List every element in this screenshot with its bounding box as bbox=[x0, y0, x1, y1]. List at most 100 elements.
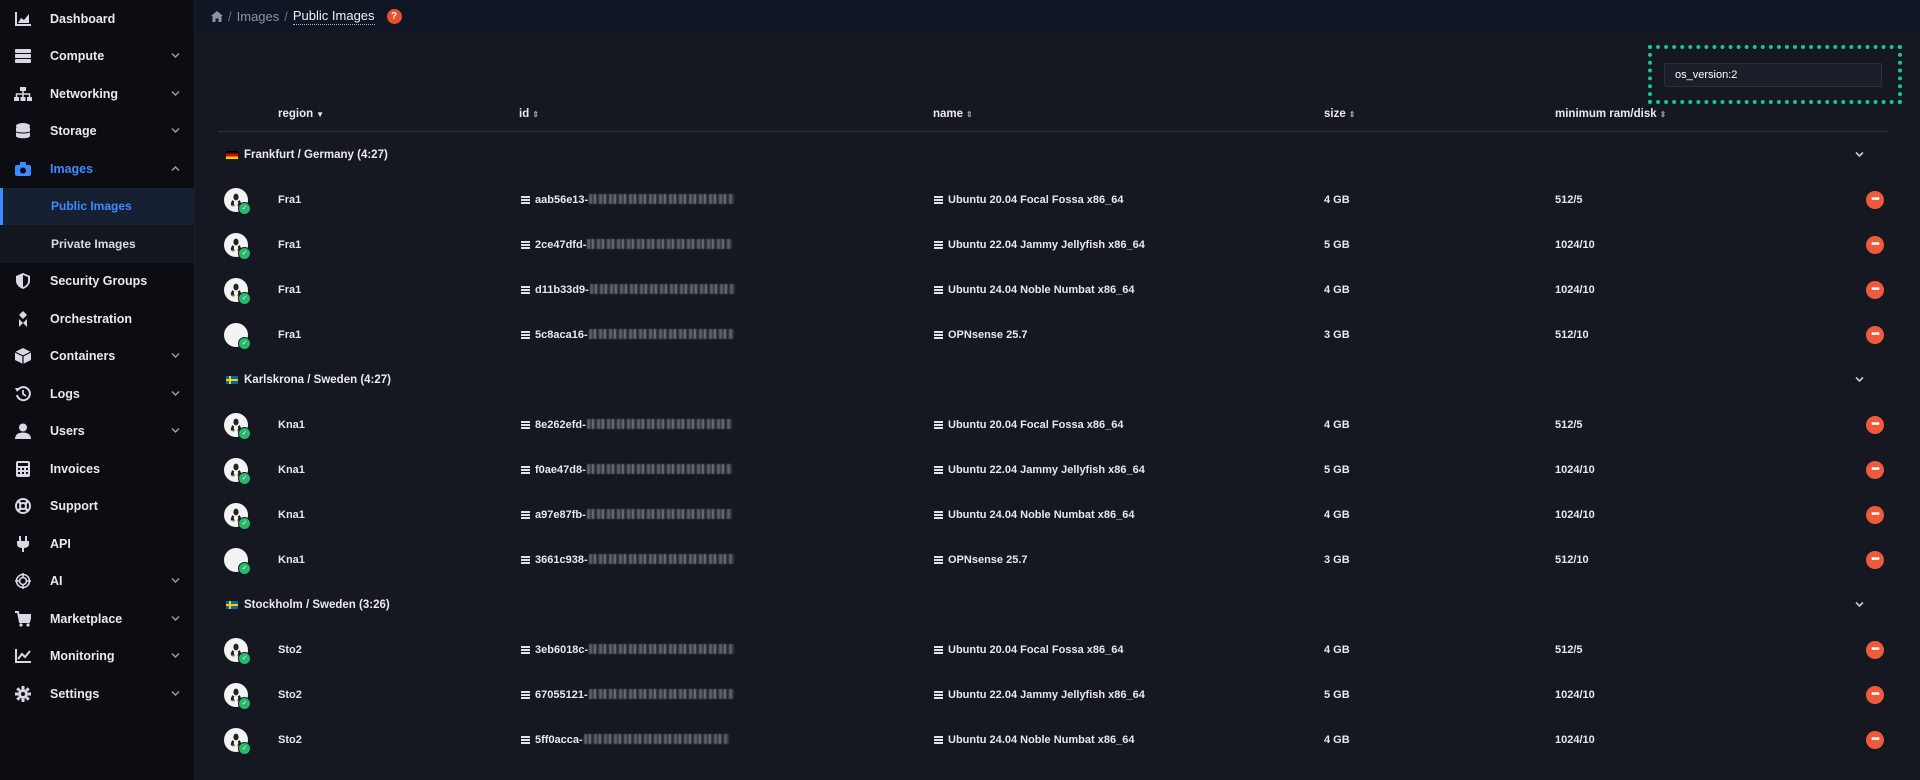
sidebar-item-ai[interactable]: AI bbox=[0, 563, 194, 601]
cell-name[interactable]: OPNsense 25.7 bbox=[934, 329, 1028, 341]
chevron-down-icon[interactable] bbox=[1855, 149, 1864, 160]
cell-name[interactable]: Ubuntu 22.04 Jammy Jellyfish x86_64 bbox=[934, 689, 1145, 701]
sidebar-subitem-public-images[interactable]: Public Images bbox=[0, 187, 194, 225]
cell-name[interactable]: Ubuntu 20.04 Focal Fossa x86_64 bbox=[934, 419, 1123, 431]
sidebar-item-storage[interactable]: Storage bbox=[0, 113, 194, 151]
sidebar-item-monitoring[interactable]: Monitoring bbox=[0, 638, 194, 676]
group-row[interactable]: Frankfurt / Germany (4:27) bbox=[218, 132, 1888, 177]
sort-desc-icon: ▼ bbox=[316, 110, 325, 119]
column-min[interactable]: minimum ram/disk ⇕ bbox=[1555, 108, 1666, 120]
sidebar-item-label: Support bbox=[50, 499, 98, 514]
cell-id[interactable]: a97e87fb- bbox=[521, 508, 732, 521]
more-actions-button[interactable]: ••• bbox=[1866, 460, 1884, 479]
cell-region: Kna1 bbox=[278, 418, 305, 431]
chevron-down-icon bbox=[171, 351, 180, 362]
table-row[interactable]: ✓ Kna1 3661c938- OPNsense 25.7 3 GB 512/10 ••• bbox=[218, 537, 1888, 582]
cell-name[interactable]: Ubuntu 24.04 Noble Numbat x86_64 bbox=[934, 734, 1134, 746]
table-row[interactable]: ✓ Fra1 aab56e13- Ubuntu 20.04 Focal Fossa x… bbox=[218, 177, 1888, 222]
cell-id-text: d11b33d9- bbox=[535, 283, 589, 296]
cell-name-text: Ubuntu 20.04 Focal Fossa x86_64 bbox=[948, 643, 1124, 656]
cell-id[interactable]: f0ae47d8- bbox=[521, 463, 732, 476]
more-actions-button[interactable]: ••• bbox=[1866, 280, 1884, 299]
cell-id[interactable]: 67055121- bbox=[521, 688, 734, 701]
cell-id[interactable]: aab56e13- bbox=[521, 193, 735, 206]
server-icon bbox=[14, 47, 32, 65]
column-region-label: region bbox=[278, 108, 314, 120]
table-row[interactable]: ✓ Kna1 f0ae47d8- Ubuntu 22.04 Jammy Jellyfi… bbox=[218, 447, 1888, 492]
table-row[interactable]: ✓ Kna1 8e262efd- Ubuntu 20.04 Focal Fossa x… bbox=[218, 402, 1888, 447]
chevron-down-icon[interactable] bbox=[1855, 374, 1864, 385]
sidebar-item-compute[interactable]: Compute bbox=[0, 38, 194, 76]
more-actions-button[interactable]: ••• bbox=[1866, 505, 1884, 524]
sidebar-item-containers[interactable]: Containers bbox=[0, 338, 194, 376]
more-actions-button[interactable]: ••• bbox=[1866, 730, 1884, 749]
cell-id[interactable]: 5ff0acca- bbox=[521, 733, 729, 746]
sidebar-item-support[interactable]: Support bbox=[0, 488, 194, 526]
cell-name[interactable]: Ubuntu 22.04 Jammy Jellyfish x86_64 bbox=[934, 239, 1145, 251]
redacted-id bbox=[586, 508, 732, 519]
cell-size: 5 GB bbox=[1324, 688, 1350, 701]
table-row[interactable]: ✓ Fra1 d11b33d9- Ubuntu 24.04 Noble Numbat … bbox=[218, 267, 1888, 312]
column-id[interactable]: id ⇕ bbox=[519, 108, 539, 120]
sidebar-item-label: Images bbox=[50, 161, 94, 176]
sidebar-item-api[interactable]: API bbox=[0, 525, 194, 563]
home-icon[interactable] bbox=[211, 10, 223, 22]
cell-id[interactable]: 3661c938- bbox=[521, 553, 734, 566]
sidebar-item-users[interactable]: Users bbox=[0, 413, 194, 451]
more-actions-button[interactable]: ••• bbox=[1866, 325, 1884, 344]
table-row[interactable]: ✓ Sto2 3eb6018c- Ubuntu 20.04 Focal Fossa x… bbox=[218, 627, 1888, 672]
sidebar-item-security-groups[interactable]: Security Groups bbox=[0, 263, 194, 301]
search-input[interactable] bbox=[1664, 63, 1882, 87]
list-icon bbox=[934, 690, 943, 699]
sidebar-item-images[interactable]: Images bbox=[0, 150, 194, 188]
cell-id[interactable]: d11b33d9- bbox=[521, 283, 735, 296]
cell-name[interactable]: Ubuntu 24.04 Noble Numbat x86_64 bbox=[934, 509, 1134, 521]
breadcrumb-images-link[interactable]: Images bbox=[237, 9, 280, 24]
group-row[interactable]: Stockholm / Sweden (3:26) bbox=[218, 582, 1888, 627]
cell-min-ram-disk: 1024/10 bbox=[1555, 238, 1595, 251]
sidebar-item-logs[interactable]: Logs bbox=[0, 375, 194, 413]
group-row[interactable]: Karlskrona / Sweden (4:27) bbox=[218, 357, 1888, 402]
sidebar-subitem-private-images[interactable]: Private Images bbox=[0, 225, 194, 263]
sidebar-item-invoices[interactable]: Invoices bbox=[0, 450, 194, 488]
more-actions-button[interactable]: ••• bbox=[1866, 685, 1884, 704]
cell-id[interactable]: 2ce47dfd- bbox=[521, 238, 733, 251]
more-actions-button[interactable]: ••• bbox=[1866, 415, 1884, 434]
check-icon: ✓ bbox=[238, 426, 251, 440]
sidebar-item-settings[interactable]: Settings bbox=[0, 675, 194, 713]
table-row[interactable]: ✓ Kna1 a97e87fb- Ubuntu 24.04 Noble Numbat … bbox=[218, 492, 1888, 537]
cell-min-ram-disk: 512/10 bbox=[1555, 553, 1589, 566]
help-icon[interactable]: ? bbox=[386, 8, 402, 24]
cell-id[interactable]: 3eb6018c- bbox=[521, 643, 735, 656]
more-actions-button[interactable]: ••• bbox=[1866, 190, 1884, 209]
sidebar-item-dashboard[interactable]: Dashboard bbox=[0, 0, 194, 38]
sidebar-item-marketplace[interactable]: Marketplace bbox=[0, 600, 194, 638]
list-icon bbox=[934, 330, 943, 339]
cell-name[interactable]: Ubuntu 24.04 Noble Numbat x86_64 bbox=[934, 284, 1134, 296]
cell-id[interactable]: 8e262efd- bbox=[521, 418, 732, 431]
list-icon bbox=[521, 510, 530, 519]
cell-id-text: aab56e13- bbox=[535, 193, 589, 206]
cell-size: 4 GB bbox=[1324, 418, 1350, 431]
column-size[interactable]: size ⇕ bbox=[1324, 108, 1355, 120]
cell-id[interactable]: 5c8aca16- bbox=[521, 328, 734, 341]
more-actions-button[interactable]: ••• bbox=[1866, 550, 1884, 569]
cell-size: 5 GB bbox=[1324, 463, 1350, 476]
more-actions-button[interactable]: ••• bbox=[1866, 640, 1884, 659]
cell-name[interactable]: Ubuntu 22.04 Jammy Jellyfish x86_64 bbox=[934, 464, 1145, 476]
table-row[interactable]: ✓ Sto2 5ff0acca- Ubuntu 24.04 Noble Numbat … bbox=[218, 717, 1888, 762]
column-name[interactable]: name ⇕ bbox=[933, 108, 973, 120]
chevron-down-icon[interactable] bbox=[1855, 599, 1864, 610]
cell-name[interactable]: OPNsense 25.7 bbox=[934, 554, 1028, 566]
table-row[interactable]: ✓ Sto2 67055121- Ubuntu 22.04 Jammy Jellyfi… bbox=[218, 672, 1888, 717]
table-row[interactable]: ✓ Fra1 5c8aca16- OPNsense 25.7 3 GB 512/10 ••• bbox=[218, 312, 1888, 357]
cell-name[interactable]: Ubuntu 20.04 Focal Fossa x86_64 bbox=[934, 194, 1123, 206]
group-label: Stockholm / Sweden (3:26) bbox=[244, 598, 390, 611]
more-actions-button[interactable]: ••• bbox=[1866, 235, 1884, 254]
shield-icon bbox=[14, 272, 32, 290]
table-row[interactable]: ✓ Fra1 2ce47dfd- Ubuntu 22.04 Jammy Jellyfi… bbox=[218, 222, 1888, 267]
sidebar-item-networking[interactable]: Networking bbox=[0, 75, 194, 113]
sidebar-item-orchestration[interactable]: Orchestration bbox=[0, 300, 194, 338]
cell-name[interactable]: Ubuntu 20.04 Focal Fossa x86_64 bbox=[934, 644, 1123, 656]
column-region[interactable]: region ▼ bbox=[278, 108, 324, 120]
